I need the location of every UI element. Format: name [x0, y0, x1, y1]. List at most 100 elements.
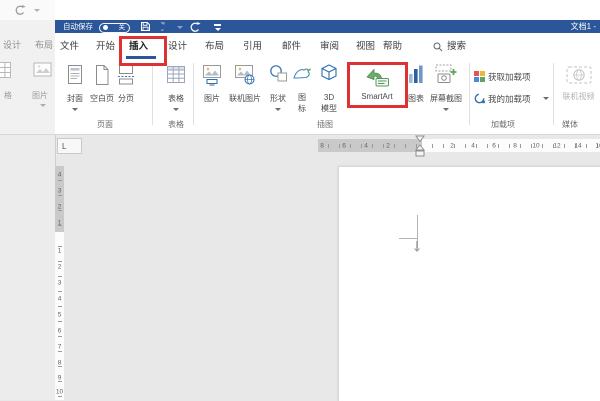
ruler-number: 8: [320, 142, 324, 149]
tab-references[interactable]: 引用: [243, 41, 262, 52]
tab-home[interactable]: 开始: [96, 41, 115, 52]
ruler-number: 1: [57, 219, 62, 227]
button-label: 形状: [270, 94, 286, 103]
chevron-down-icon: [40, 104, 46, 107]
autosave-toggle[interactable]: 关: [99, 22, 130, 33]
ruler-number: 1: [57, 247, 62, 255]
ruler-number: 5: [57, 311, 62, 319]
highlight-box-smartart: [347, 62, 408, 108]
chevron-down-icon: [34, 9, 40, 12]
ruler-number: 10: [532, 142, 540, 149]
online-video-icon: [566, 66, 591, 84]
tab-review[interactable]: 审阅: [320, 41, 339, 52]
customize-qat-caret-icon[interactable]: [214, 27, 221, 31]
ruler-number: 2: [450, 142, 454, 149]
ruler-number: 6: [57, 327, 62, 335]
my-addins-button[interactable]: 我的加载项: [474, 93, 531, 105]
button-label: 表格: [168, 94, 184, 103]
ruler-number: 8: [57, 359, 62, 367]
document-page[interactable]: [338, 166, 600, 401]
background-window-topbar: [0, 0, 55, 20]
group-label-addins: 加载项: [491, 120, 515, 129]
bg-document-area: [0, 135, 55, 400]
window-top-margin: [55, 0, 600, 20]
table-button[interactable]: 表格: [159, 62, 193, 103]
group-separator: [553, 63, 554, 125]
paragraph-mark-icon: [414, 241, 420, 252]
ruler-number: 3: [57, 187, 62, 195]
get-addins-button[interactable]: 获取加载项: [474, 71, 531, 83]
3d-models-button[interactable]: 3D 模型: [314, 62, 344, 113]
button-label: 分页: [118, 94, 134, 103]
online-pictures-button[interactable]: 联机图片: [224, 62, 266, 103]
shapes-button[interactable]: 形状: [264, 62, 292, 103]
background-word-window[interactable]: 设计 布局 格 图片: [0, 0, 56, 400]
document-title: 文档1 -: [570, 22, 596, 31]
screenshot-button[interactable]: 屏幕截图: [426, 62, 466, 103]
ruler-number: 2: [57, 263, 62, 271]
button-label: 屏幕截图: [430, 94, 462, 103]
screenshot-camera-icon: [435, 64, 457, 83]
save-icon[interactable]: [140, 21, 151, 32]
icons-bird-icon: [293, 68, 311, 79]
tab-design[interactable]: 设计: [168, 41, 187, 52]
shapes-icon: [269, 65, 287, 82]
horizontal-ruler-margin: 8 6 4 2: [318, 139, 422, 152]
pictures-button[interactable]: 图片: [197, 62, 227, 103]
table-icon: [167, 66, 185, 83]
page-break-button[interactable]: 分页: [111, 62, 141, 103]
group-label-tables: 表格: [168, 120, 184, 129]
ribbon-bottom-border: [0, 134, 600, 135]
toggle-knob-icon: [103, 25, 108, 30]
dropdown-caret-icon[interactable]: [543, 97, 549, 100]
cover-page-icon: [68, 65, 82, 84]
button-label-line2: 模型: [321, 104, 337, 113]
dropdown-caret-icon[interactable]: [275, 108, 281, 111]
indent-markers[interactable]: [413, 135, 427, 158]
horizontal-ruler: 2 4 6 8 10 12 14 16: [422, 139, 600, 152]
search-label[interactable]: 搜索: [447, 41, 466, 52]
tab-help[interactable]: 帮助: [383, 41, 402, 52]
group-separator: [469, 63, 470, 125]
tab-layout[interactable]: 布局: [205, 41, 224, 52]
button-label: 联机图片: [229, 94, 261, 103]
ruler-number: 6: [492, 142, 496, 149]
redo-icon[interactable]: [189, 21, 201, 33]
autosave-state: 关: [118, 24, 126, 31]
vertical-ruler-margin: 4 3 2 1: [55, 166, 64, 232]
title-bar: [55, 20, 600, 33]
group-label-illustrations: 插图: [317, 120, 333, 129]
customize-qat-icon[interactable]: [214, 24, 221, 26]
group-label-pages: 页面: [97, 120, 113, 129]
tab-file[interactable]: 文件: [60, 41, 79, 52]
dropdown-caret-icon[interactable]: [443, 108, 449, 111]
button-label-line2: 标: [298, 104, 306, 113]
search-icon[interactable]: [433, 42, 443, 52]
online-pictures-icon: [235, 65, 255, 85]
bg-label-picture: 图片: [32, 91, 48, 100]
tab-stop-selector[interactable]: L: [57, 138, 82, 154]
icons-button[interactable]: 图 标: [290, 62, 314, 113]
3d-model-cube-icon: [321, 64, 337, 81]
table-icon: [0, 62, 11, 78]
picture-icon: [33, 62, 52, 77]
tab-view[interactable]: 视图: [356, 41, 375, 52]
dropdown-caret-icon[interactable]: [173, 108, 179, 111]
ruler-number: 2: [386, 142, 390, 149]
undo-icon[interactable]: [161, 21, 173, 33]
online-video-button[interactable]: 联机视频: [557, 62, 600, 101]
ruler-number: 4: [57, 295, 62, 303]
ruler-number: 7: [57, 343, 62, 351]
undo-dropdown-icon[interactable]: [177, 26, 183, 29]
tab-mailings[interactable]: 邮件: [282, 41, 301, 52]
bg-label-partial: 格: [4, 91, 12, 100]
bg-tab-design: 设计: [3, 40, 22, 50]
group-separator: [152, 63, 153, 125]
ruler-number: 10: [55, 388, 64, 396]
ruler-number: 9: [57, 374, 62, 382]
cursor-crossbar: [399, 238, 418, 239]
button-label-line1: 图: [298, 93, 306, 102]
highlight-box-insert-tab: [119, 36, 167, 66]
button-label: 我的加载项: [488, 94, 531, 104]
dropdown-caret-icon[interactable]: [72, 108, 78, 111]
